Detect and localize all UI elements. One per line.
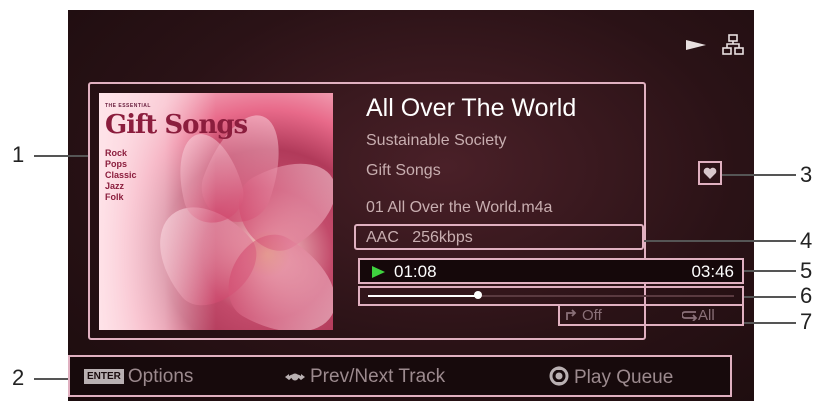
callout-7: 7 (800, 309, 813, 334)
track-title: All Over The World (366, 94, 577, 122)
callout-7-line (744, 322, 796, 324)
total-time: 03:46 (691, 262, 734, 281)
play-status-icon (686, 40, 706, 50)
progress-knob[interactable] (473, 291, 482, 299)
callout-1-line (34, 155, 88, 157)
heart-icon (703, 167, 717, 179)
shuffle-label: Off (582, 307, 602, 324)
prev-next-hint[interactable]: Prev/Next Track (284, 366, 445, 388)
track-filename: 01 All Over the World.m4a (366, 199, 553, 216)
bottom-key-guide: ENTER Options Prev/Next Track Play Queue (68, 355, 732, 397)
repeat-mode[interactable]: All (681, 307, 715, 324)
progress-fill (368, 295, 478, 297)
options-hint[interactable]: ENTER Options (84, 366, 193, 388)
up-down-dpad-icon (549, 366, 569, 386)
callout-5: 5 (800, 258, 813, 283)
callout-3: 3 (800, 162, 813, 187)
repeat-icon (681, 311, 698, 322)
options-label: Options (127, 366, 194, 387)
elapsed-time: 01:08 (394, 262, 437, 281)
codec-bitrate: AAC 256kbps (366, 229, 473, 246)
repeat-label: All (698, 307, 715, 324)
callout-4: 4 (800, 228, 813, 253)
callout-1: 1 (12, 142, 25, 167)
network-icon (722, 34, 744, 55)
play-queue-label: Play Queue (574, 367, 674, 388)
shuffle-icon (566, 309, 577, 320)
favorite-button[interactable] (698, 161, 722, 185)
callout-5-line (744, 270, 796, 272)
callout-4-line (644, 240, 796, 242)
callout-3-line (722, 174, 796, 176)
track-artist: Sustainable Society (366, 132, 507, 149)
play-mode-indicators: Off All (558, 304, 744, 326)
progress-bar[interactable] (358, 286, 744, 306)
play-queue-hint[interactable]: Play Queue (548, 366, 673, 389)
track-album: Gift Songs (366, 162, 441, 179)
prev-next-label: Prev/Next Track (310, 366, 446, 387)
callout-6: 6 (800, 283, 813, 308)
callout-6-line (744, 296, 796, 298)
left-right-dpad-icon (285, 373, 305, 381)
time-display: 01:08 03:46 (358, 258, 744, 284)
shuffle-mode[interactable]: Off (566, 307, 602, 324)
callout-2-line (34, 378, 68, 380)
callout-2: 2 (12, 365, 25, 390)
play-indicator-icon (372, 266, 385, 278)
enter-key-icon: ENTER (84, 369, 124, 384)
